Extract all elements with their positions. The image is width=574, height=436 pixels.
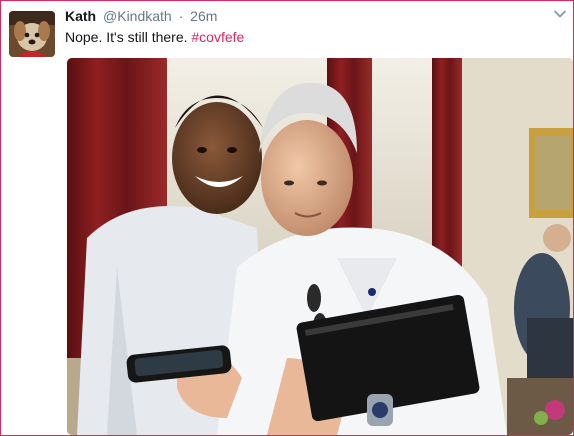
timestamp[interactable]: 26m <box>190 8 217 24</box>
tweet-text: Nope. It's still there. #covfefe <box>65 29 244 45</box>
separator-dot: · <box>178 8 184 24</box>
hashtag-link[interactable]: #covfefe <box>191 29 244 45</box>
display-name[interactable]: Kath <box>65 8 96 24</box>
dog-avatar-image <box>9 11 55 57</box>
user-handle[interactable]: @Kindkath <box>103 8 172 24</box>
avatar[interactable] <box>9 11 55 57</box>
tweet-body: Nope. It's still there. <box>65 29 188 45</box>
tweet-photo[interactable] <box>67 58 573 435</box>
tweet-card[interactable]: Kath @Kindkath · 26m Nope. It's still th… <box>0 0 574 436</box>
photo-image <box>67 58 573 435</box>
tweet-header: Kath @Kindkath · 26m <box>65 8 553 28</box>
chevron-down-icon[interactable] <box>553 7 567 21</box>
